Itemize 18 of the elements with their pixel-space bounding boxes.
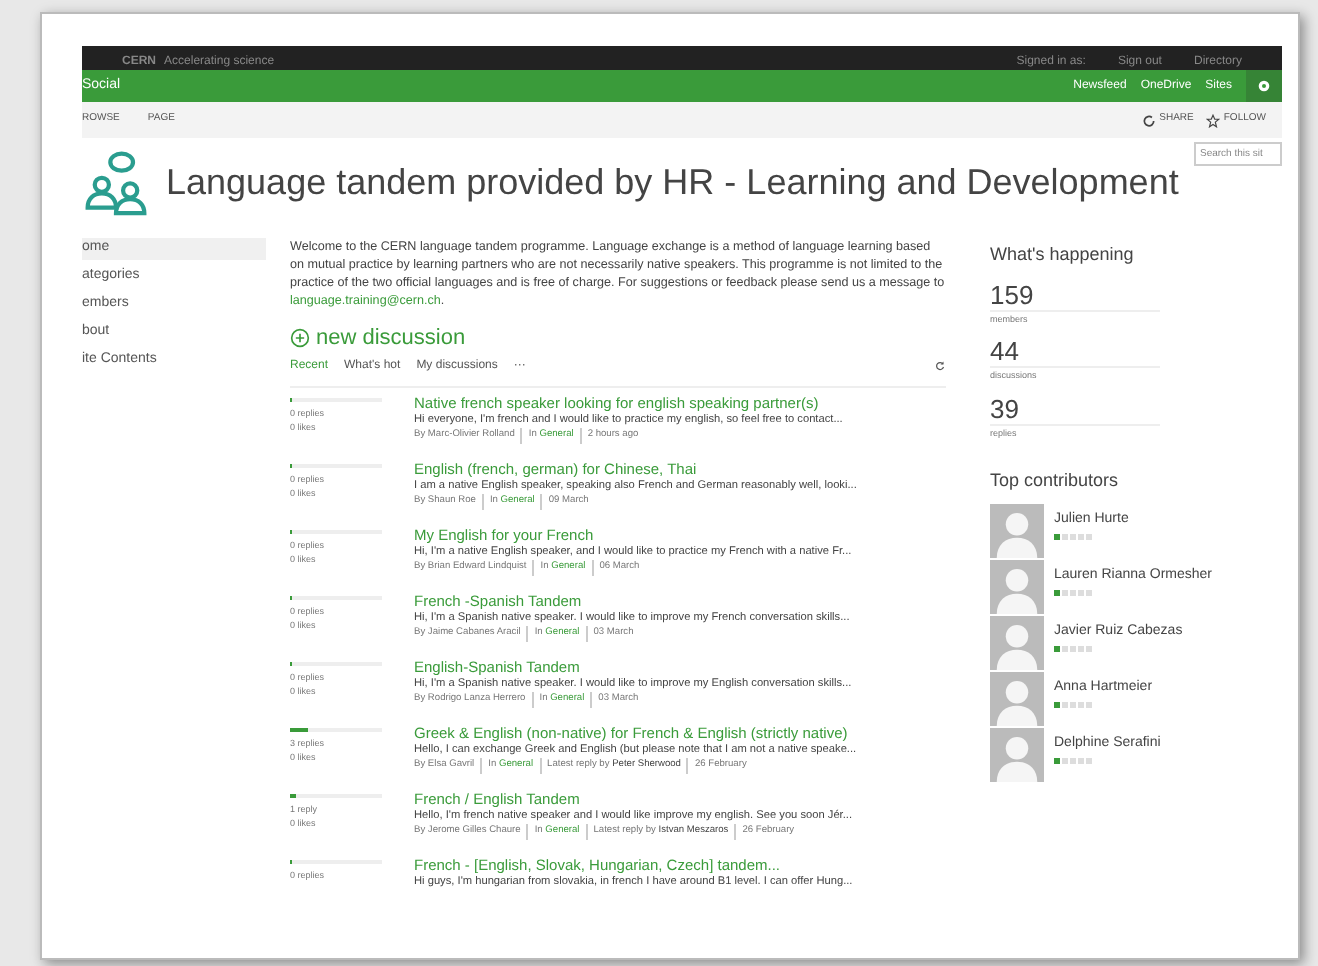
section-heading: What's happening xyxy=(990,242,1136,268)
avatar-silhouette xyxy=(990,672,1044,727)
refresh-icon xyxy=(934,360,946,372)
avatar-silhouette xyxy=(990,504,1044,559)
share-icon xyxy=(1141,113,1156,127)
settings-icon xyxy=(1256,78,1272,94)
avatar-silhouette xyxy=(990,560,1044,615)
new-discussion-button[interactable]: new discussion xyxy=(290,322,466,355)
stat-value: 39 xyxy=(990,394,1160,426)
stat-value: 159 xyxy=(990,279,1160,311)
avatar-silhouette xyxy=(990,616,1044,671)
site-title: Language tandem provided by HR - Learning and Development xyxy=(166,159,1179,206)
star-icon xyxy=(1205,113,1220,127)
stat-value: 44 xyxy=(990,336,1160,369)
people-icon xyxy=(82,148,150,216)
avatar-silhouette xyxy=(990,728,1044,783)
section-heading: Top contributors xyxy=(990,467,1121,494)
add-icon xyxy=(290,328,310,349)
